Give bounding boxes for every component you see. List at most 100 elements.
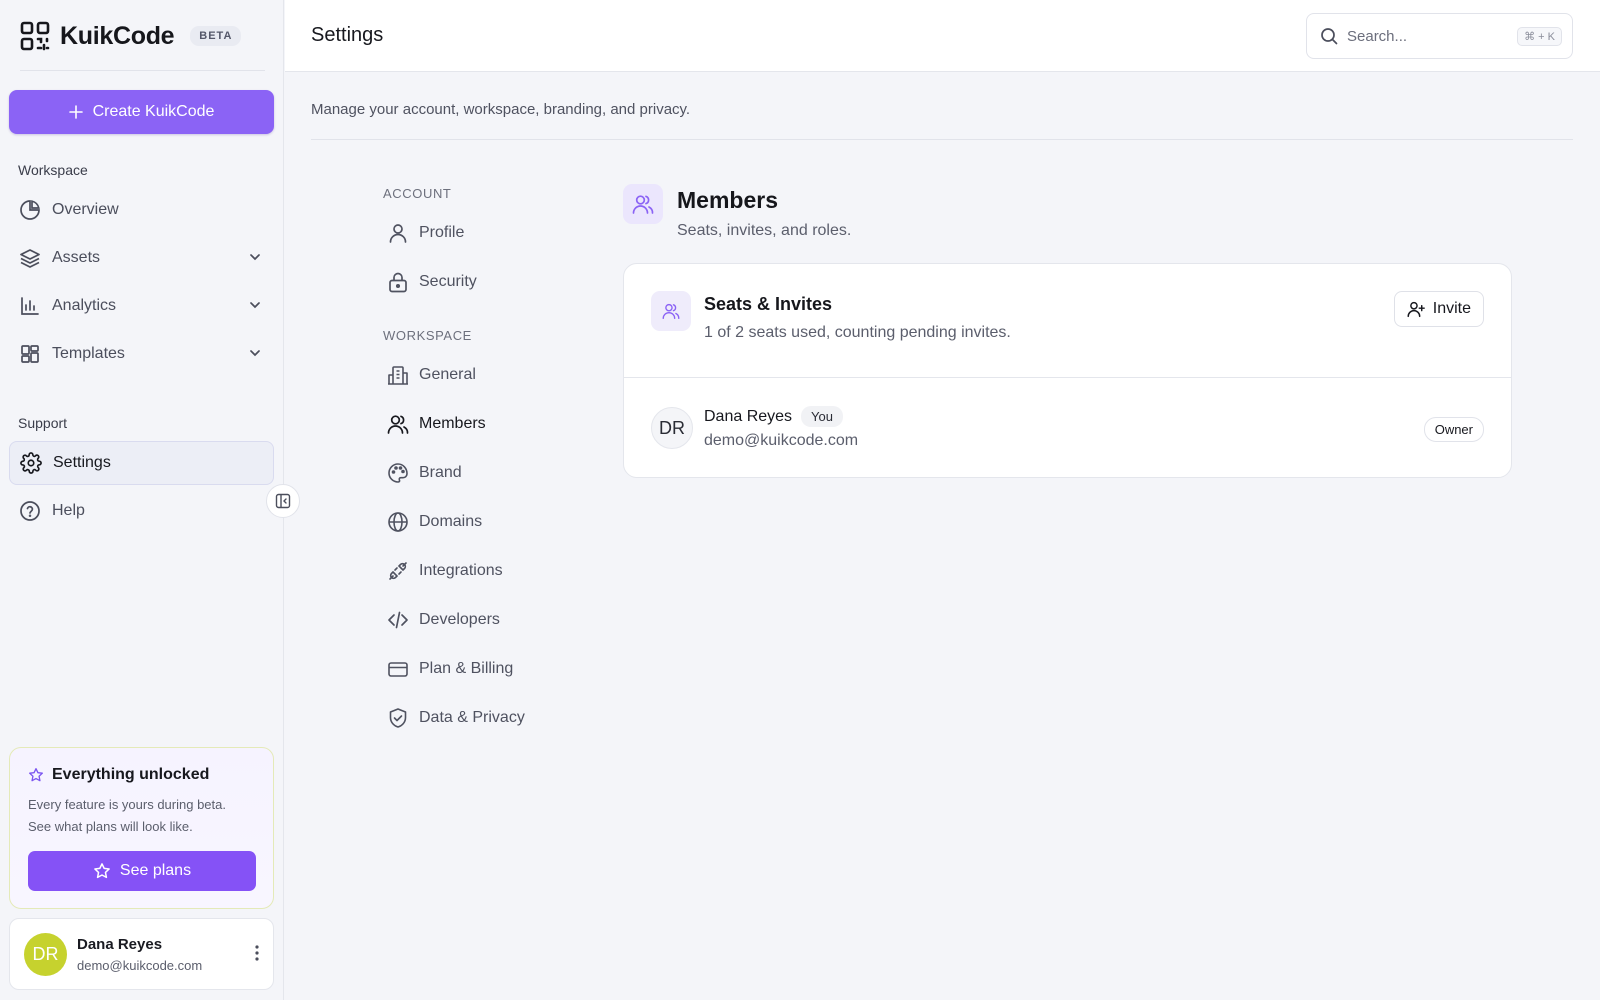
qr-logo-icon <box>20 21 50 51</box>
divider <box>311 139 1573 140</box>
promo-line: Every feature is yours during beta. <box>28 797 226 812</box>
layout-grid-icon <box>19 343 41 365</box>
member-name-row: Dana Reyes You <box>704 406 843 427</box>
brand[interactable]: KuikCode BETA <box>20 19 242 53</box>
settings-nav-members[interactable]: Members <box>387 411 486 437</box>
sidebar-item-label: Help <box>52 502 85 519</box>
settings-nav-label: Data & Privacy <box>419 709 525 726</box>
user-email: demo@kuikcode.com <box>77 957 203 973</box>
user-card[interactable]: DR Dana Reyes demo@kuikcode.com <box>9 918 274 990</box>
star-icon <box>93 862 111 880</box>
member-email: demo@kuikcode.com <box>704 432 859 449</box>
avatar: DR <box>24 932 67 976</box>
users-icon <box>623 184 663 224</box>
support-section-label: Support <box>18 415 68 431</box>
invite-label: Invite <box>1432 300 1471 317</box>
beta-badge: BETA <box>190 26 242 46</box>
globe-icon <box>387 511 409 533</box>
settings-nav-label: Security <box>419 273 477 290</box>
chevron-down-icon[interactable] <box>248 250 262 264</box>
see-plans-label: See plans <box>119 862 192 879</box>
members-subtitle: Seats, invites, and roles. <box>677 222 852 239</box>
members-heading: Members Seats, invites, and roles. <box>677 184 851 240</box>
create-kuikcode-label: Create KuikCode <box>92 103 215 120</box>
settings-nav-brand[interactable]: Brand <box>387 460 462 486</box>
member-name: Dana Reyes <box>704 407 793 425</box>
lock-icon <box>387 271 409 293</box>
page-subtitle: Manage your account, workspace, branding… <box>311 101 691 118</box>
settings-nav-label: Members <box>419 415 486 432</box>
create-kuikcode-button[interactable]: Create KuikCode <box>9 90 274 134</box>
settings-nav-label: Domains <box>419 513 483 530</box>
topbar: Settings ⌘ + K <box>285 0 1600 72</box>
invite-button[interactable]: Invite <box>1393 291 1484 327</box>
code-icon <box>387 609 409 631</box>
promo-description: Every feature is yours during beta. See … <box>28 794 255 838</box>
sidebar-item-help[interactable]: Help <box>9 489 274 533</box>
settings-nav-plan-billing[interactable]: Plan & Billing <box>387 656 513 682</box>
pie-chart-icon <box>19 199 41 221</box>
plus-icon <box>68 105 83 119</box>
settings-nav-general[interactable]: General <box>387 362 476 388</box>
user-name: Dana Reyes <box>77 935 163 953</box>
sidebar-item-analytics[interactable]: Analytics <box>9 284 274 328</box>
promo-line: See what plans will look like. <box>28 819 193 834</box>
sidebar-item-label: Templates <box>52 345 125 362</box>
sidebar-item-label: Settings <box>53 454 111 471</box>
settings-nav-label: Plan & Billing <box>419 660 514 677</box>
users-icon <box>387 413 409 435</box>
settings-nav-label: Brand <box>419 464 462 481</box>
divider <box>624 377 1511 378</box>
you-badge: You <box>801 406 843 427</box>
workspace-section-label: Workspace <box>18 162 88 178</box>
bar-chart-icon <box>19 295 41 317</box>
chevron-down-icon[interactable] <box>248 346 262 360</box>
sidebar-item-overview[interactable]: Overview <box>9 188 274 232</box>
brand-name: KuikCode <box>60 21 175 50</box>
shield-check-icon <box>387 707 409 729</box>
seats-card: Seats & Invites 1 of 2 seats used, count… <box>623 263 1512 478</box>
divider <box>20 70 265 71</box>
search-box[interactable]: ⌘ + K <box>1306 13 1573 59</box>
layers-icon <box>19 247 41 269</box>
settings-nav-label: General <box>419 366 476 383</box>
role-badge: Owner <box>1423 417 1484 442</box>
members-header: Members Seats, invites, and roles. <box>623 184 851 240</box>
sidebar-item-label: Overview <box>52 201 119 218</box>
page-title: Settings <box>311 24 384 46</box>
sidebar-item-templates[interactable]: Templates <box>9 332 274 376</box>
settings-nav-label: Integrations <box>419 562 503 579</box>
help-circle-icon <box>19 500 41 522</box>
settings-nav-integrations[interactable]: Integrations <box>387 558 503 584</box>
members-title: Members <box>677 187 778 213</box>
sidebar: KuikCode BETA Create KuikCode Workspace … <box>0 0 284 1000</box>
promo-title: Everything unlocked <box>52 766 210 783</box>
settings-nav-security[interactable]: Security <box>387 269 477 295</box>
sidebar-item-label: Analytics <box>52 297 117 314</box>
credit-card-icon <box>387 658 409 680</box>
sidebar-item-settings[interactable]: Settings <box>9 441 274 485</box>
settings-nav-profile[interactable]: Profile <box>387 220 464 246</box>
settings-nav-data-privacy[interactable]: Data & Privacy <box>387 705 525 731</box>
plug-icon <box>387 560 409 582</box>
sidebar-item-label: Assets <box>52 249 101 266</box>
more-vertical-icon[interactable] <box>255 945 259 961</box>
users-icon <box>651 291 691 331</box>
collapse-sidebar-button[interactable] <box>266 484 300 518</box>
settings-nav-domains[interactable]: Domains <box>387 509 482 535</box>
workspace-settings-section-label: WORKSPACE <box>383 328 472 343</box>
see-plans-button[interactable]: See plans <box>28 851 256 891</box>
settings-nav-label: Developers <box>419 611 500 628</box>
user-info: Dana Reyes demo@kuikcode.com <box>77 936 202 973</box>
search-input[interactable] <box>1347 27 1507 45</box>
account-section-label: ACCOUNT <box>383 186 452 201</box>
gear-icon <box>20 452 42 474</box>
sidebar-item-assets[interactable]: Assets <box>9 236 274 280</box>
search-icon <box>1320 27 1338 45</box>
chevron-down-icon[interactable] <box>248 298 262 312</box>
seats-subtitle: 1 of 2 seats used, counting pending invi… <box>704 324 1011 341</box>
settings-nav-developers[interactable]: Developers <box>387 607 500 633</box>
palette-icon <box>387 462 409 484</box>
search-shortcut: ⌘ + K <box>1517 27 1562 46</box>
building-icon <box>387 364 409 386</box>
